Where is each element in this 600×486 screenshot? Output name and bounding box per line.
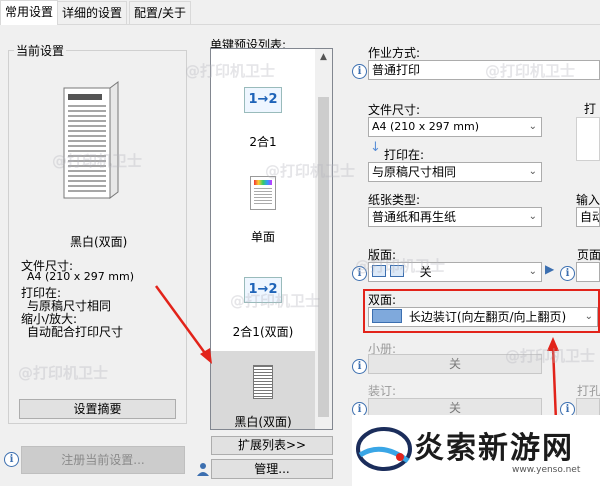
duplex-bw-icon — [253, 365, 273, 399]
preset-item-label: 黑白(双面) — [234, 415, 292, 429]
job-mode-label: 作业方式: — [368, 46, 421, 60]
preset-item-label: 2合1 — [249, 135, 277, 149]
paper-type-label: 纸张类型: — [368, 193, 421, 207]
scroll-up-icon[interactable]: ▲ — [315, 52, 332, 62]
current-settings-label: 当前设置 — [14, 42, 67, 59]
layout-page-icon — [372, 265, 386, 277]
preset-item-label: 2合1(双面) — [232, 325, 294, 339]
current-scale-value: 自动配合打印尺寸 — [27, 325, 124, 339]
list-item[interactable]: 1→2 2合1(双面) — [211, 277, 315, 347]
arrow-right-icon: ▶ — [545, 262, 555, 276]
tab-bar: 常用设置 详细的设置 配置/关于 — [0, 0, 600, 25]
right-print-label: 打 — [584, 102, 597, 116]
tab-common-settings[interactable]: 常用设置 — [0, 0, 59, 25]
print-preview-box — [576, 117, 600, 161]
list-item[interactable]: 黑白(双面) — [211, 351, 315, 429]
register-settings-button[interactable]: 注册当前设置... — [21, 446, 185, 474]
preset-list-scrollbar[interactable]: ▲ — [315, 49, 332, 429]
tab-config-about[interactable]: 配置/关于 — [129, 1, 192, 24]
single-side-icon — [250, 176, 276, 210]
info-icon[interactable]: i — [4, 452, 19, 467]
print-on-label: 打印在: — [384, 148, 425, 162]
info-icon[interactable]: i — [560, 266, 575, 281]
duplex-label: 双面: — [368, 293, 397, 307]
list-item[interactable]: 单面 — [211, 174, 315, 244]
document-preview — [60, 80, 122, 202]
binding-label: 装订: — [368, 384, 397, 398]
layout-select[interactable]: 关 ⌄ — [368, 262, 542, 282]
right-page-label: 页面 — [577, 248, 600, 262]
layout-page-icon — [389, 265, 404, 277]
booklet-select[interactable]: 关 — [368, 354, 542, 374]
page-size-select[interactable]: A4 (210 x 297 mm) ⌄ — [368, 117, 542, 137]
job-mode-select[interactable]: 普通打印 — [368, 60, 600, 80]
settings-summary-button[interactable]: 设置摘要 — [19, 399, 176, 419]
preset-item-label: 单面 — [250, 230, 275, 244]
logo-text: 炎索新游网 — [414, 431, 574, 466]
user-icon — [197, 462, 209, 476]
arrow-down-icon: ↓ — [370, 140, 381, 155]
input-tray-select[interactable]: 自动 — [576, 207, 600, 227]
info-icon[interactable]: i — [352, 64, 367, 79]
current-paper-size-value: A4 (210 x 297 mm) — [27, 270, 135, 283]
logo-url: www.yenso.net — [512, 465, 581, 475]
logo-swoosh-icon — [356, 427, 412, 471]
page-size-label: 文件尺寸: — [368, 103, 421, 117]
list-item[interactable]: 1→2 2合1 — [211, 79, 315, 169]
info-icon[interactable]: i — [352, 359, 367, 374]
duplex-icon — [372, 309, 402, 323]
tab-detailed-settings[interactable]: 详细的设置 — [57, 1, 128, 24]
paper-type-select[interactable]: 普通纸和再生纸 ⌄ — [368, 207, 542, 227]
two-in-one-duplex-icon: 1→2 — [244, 277, 282, 303]
scroll-thumb[interactable] — [318, 97, 329, 417]
page-order-select[interactable] — [576, 262, 600, 282]
preset-list[interactable]: 1→2 2合1 单面 1→2 2合1(双面) 黑白(双面) ▲ — [210, 48, 333, 430]
print-on-select[interactable]: 与原稿尺寸相同 ⌄ — [368, 162, 542, 182]
info-icon[interactable]: i — [352, 266, 367, 281]
right-input-label: 输入 — [576, 193, 600, 207]
manage-button[interactable]: 管理... — [211, 459, 333, 479]
right-punch-label: 打孔 — [577, 384, 600, 398]
two-in-one-icon: 1→2 — [244, 87, 282, 113]
site-logo: 炎索新游网 www.yenso.net — [352, 415, 600, 486]
expand-list-button[interactable]: 扩展列表>> — [211, 436, 333, 455]
preview-caption: 黑白(双面) — [70, 235, 128, 249]
duplex-select[interactable]: 长边装订(向左翻页/向上翻页) ⌄ — [368, 307, 598, 327]
layout-label: 版面: — [368, 248, 397, 262]
